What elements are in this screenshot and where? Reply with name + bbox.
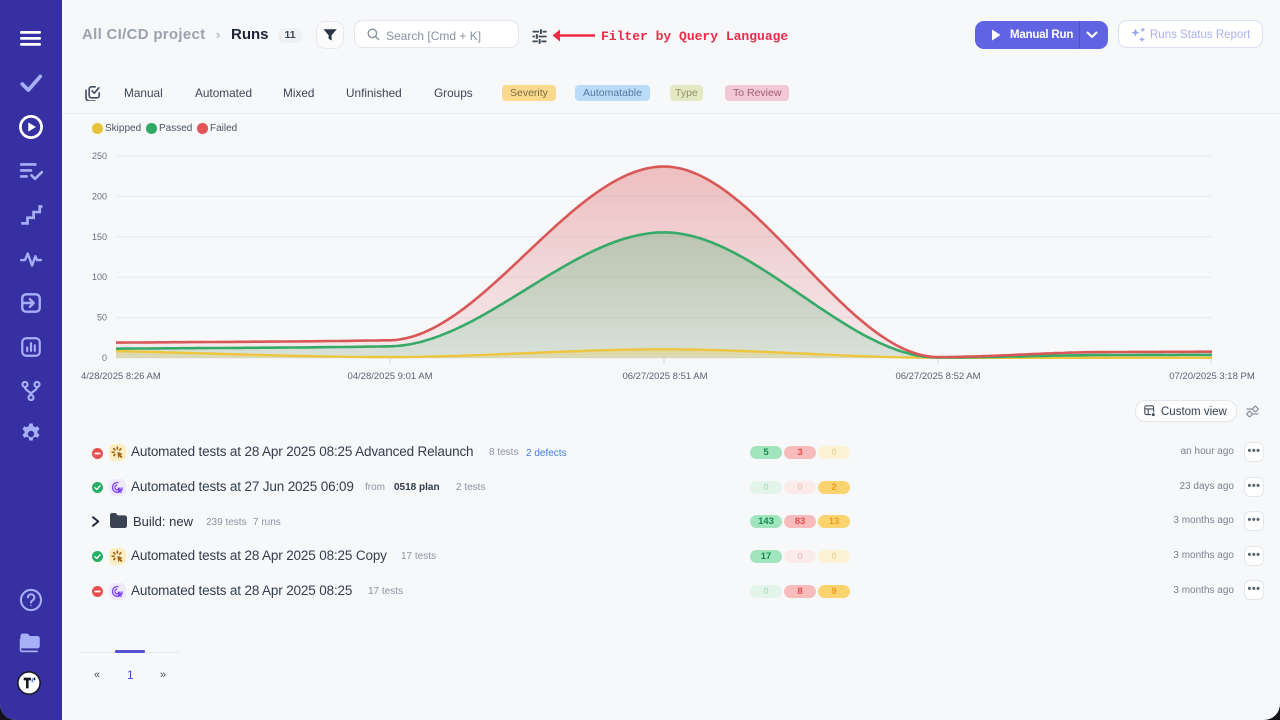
svg-text:100: 100 xyxy=(92,272,107,282)
svg-text:07/20/2025 3:18 PM: 07/20/2025 3:18 PM xyxy=(1169,371,1255,382)
svg-text:06/27/2025 8:51 AM: 06/27/2025 8:51 AM xyxy=(622,371,707,382)
svg-text:250: 250 xyxy=(92,151,107,161)
svg-text:50: 50 xyxy=(97,313,107,323)
svg-text:04/28/2025 9:01 AM: 04/28/2025 9:01 AM xyxy=(347,371,432,382)
svg-text:200: 200 xyxy=(92,191,107,201)
svg-text:0: 0 xyxy=(102,353,107,363)
svg-text:4/28/2025 8:26 AM: 4/28/2025 8:26 AM xyxy=(81,371,161,382)
svg-text:06/27/2025 8:52 AM: 06/27/2025 8:52 AM xyxy=(895,371,980,382)
svg-text:150: 150 xyxy=(92,232,107,242)
